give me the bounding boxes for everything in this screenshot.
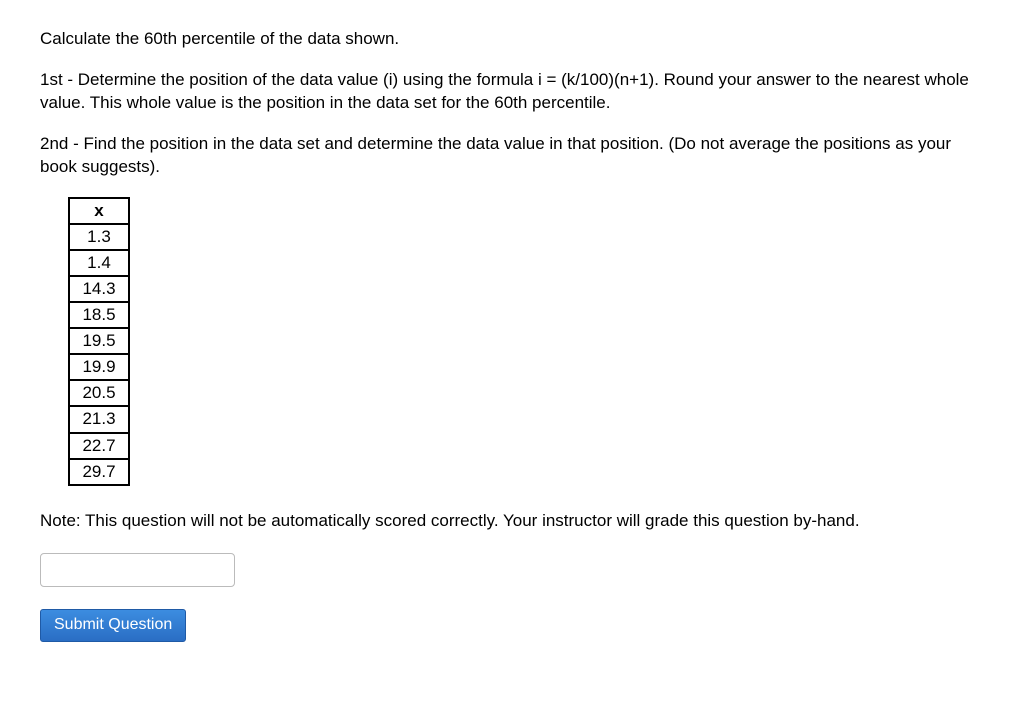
table-row: 1.3 bbox=[69, 224, 129, 250]
question-step1: 1st - Determine the position of the data… bbox=[40, 69, 984, 115]
question-step2: 2nd - Find the position in the data set … bbox=[40, 133, 984, 179]
table-row: 22.7 bbox=[69, 433, 129, 459]
table-row: 19.9 bbox=[69, 354, 129, 380]
data-table: x 1.3 1.4 14.3 18.5 19.5 19.9 20.5 21.3 … bbox=[68, 197, 130, 486]
question-note-block: Note: This question will not be automati… bbox=[40, 510, 984, 533]
table-row: 20.5 bbox=[69, 380, 129, 406]
question-note: Note: This question will not be automati… bbox=[40, 510, 984, 533]
table-row: 18.5 bbox=[69, 302, 129, 328]
table-row: 29.7 bbox=[69, 459, 129, 485]
table-header: x bbox=[69, 198, 129, 224]
submit-button[interactable]: Submit Question bbox=[40, 609, 186, 642]
question-prompt: Calculate the 60th percentile of the dat… bbox=[40, 28, 984, 51]
table-row: 1.4 bbox=[69, 250, 129, 276]
table-row: 19.5 bbox=[69, 328, 129, 354]
table-row: 21.3 bbox=[69, 406, 129, 432]
table-row: 14.3 bbox=[69, 276, 129, 302]
table-body: 1.3 1.4 14.3 18.5 19.5 19.9 20.5 21.3 22… bbox=[69, 224, 129, 485]
answer-input[interactable] bbox=[40, 553, 235, 587]
question-text: Calculate the 60th percentile of the dat… bbox=[40, 28, 984, 179]
